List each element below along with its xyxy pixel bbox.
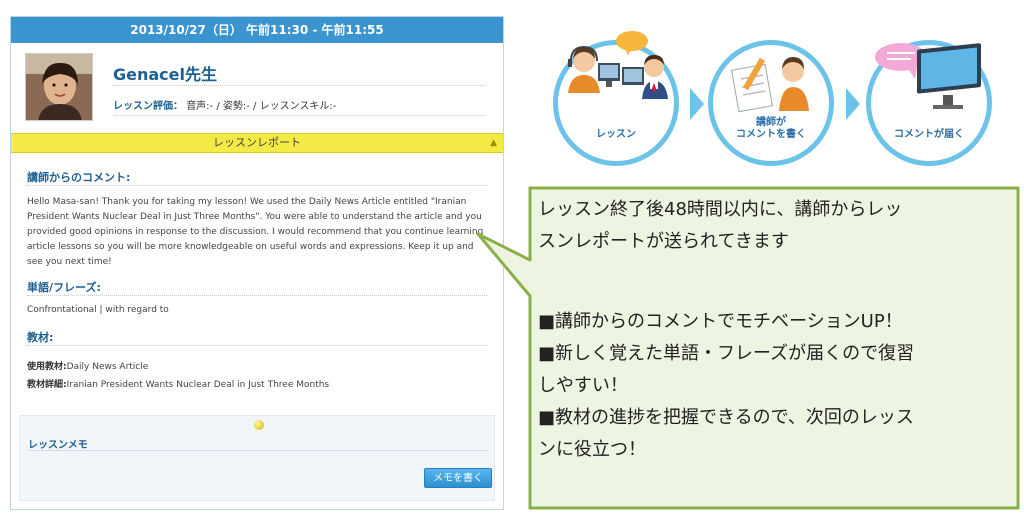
callout-line2: スンレポートが送られてきます [538,231,789,252]
teacher-name: Genacel先生 [113,65,217,84]
vocab-title: 単語/フレーズ: [27,281,101,294]
callout-bullet3b: ンに役立つ！ [538,439,646,460]
flow-step-lesson: レッスン [553,31,679,166]
headset-teacher-student-icon [568,31,668,99]
divider [28,450,488,451]
flow-arrow-icon [690,88,704,120]
flow-label-comment-arrives: コメントが届く [894,129,964,140]
collapse-arrow-icon[interactable]: ▲ [490,134,497,152]
monitor-message-icon [875,43,981,109]
callout-bullet3a: ■教材の進捗を把握できるので、次回のレッス [538,407,914,428]
rating-label: レッスン評価： [113,101,183,112]
divider [27,185,487,186]
bulb-icon [254,420,264,430]
material-used-value: Daily News Article [66,362,149,372]
callout-bullet2b: しやすい！ [538,375,628,396]
lesson-memo-box: レッスンメモ メモを書く [19,415,495,501]
material-title: 教材: [27,331,54,344]
vocab-list: Confrontational | with regard to [27,305,169,315]
lesson-report-bar[interactable]: レッスンレポート ▲ [11,133,503,153]
rating-value: 音声:- / 姿勢:- / レッスンスキル:- [186,101,337,112]
divider [27,295,487,296]
writing-teacher-icon [731,57,809,113]
material-detail: 教材詳細:Iranian President Wants Nuclear Dea… [27,377,329,390]
lesson-datetime-header: 2013/10/27（日） 午前11:30 - 午前11:55 [11,17,503,43]
material-detail-value: Iranian President Wants Nuclear Deal in … [66,380,330,390]
lesson-report-panel: 2013/10/27（日） 午前11:30 - 午前11:55 Genacel先… [10,16,504,510]
callout-line1: レッスン終了後48時間以内に、講師からレッ [538,199,903,220]
flow-label-lesson: レッスン [596,129,636,140]
material-used-label: 使用教材: [27,362,67,372]
comment-title: 講師からのコメント: [27,171,131,184]
material-used: 使用教材:Daily News Article [27,359,148,372]
flow-label-line2: コメントを書く [736,129,806,140]
flow-step-comment-arrives: コメントが届く [866,40,992,166]
callout-bullet2a: ■新しく覚えた単語・フレーズが届くので復習 [538,343,915,364]
flow-label-teacher-writes: 講師が コメントを書く [713,117,829,141]
divider [113,85,485,86]
explanation-callout: レッスン終了後48時間以内に、講師からレッ スンレポートが送られてきます ■講師… [470,186,1022,512]
teacher-comment: Hello Masa-san! Thank you for taking my … [27,197,484,267]
memo-title: レッスンメモ [28,440,88,451]
material-detail-label: 教材詳細: [27,380,67,390]
teacher-info: Genacel先生 レッスン評価： 音声:- / 姿勢:- / レッスンスキル:… [11,43,503,133]
flow-step-teacher-writes: 講師が コメントを書く [708,40,834,166]
lesson-rating: レッスン評価： 音声:- / 姿勢:- / レッスンスキル:- [113,97,336,112]
divider [27,345,487,346]
teacher-avatar [25,53,93,121]
callout-text: レッスン終了後48時間以内に、講師からレッ スンレポートが送られてきます ■講師… [538,194,1016,466]
report-bar-label: レッスンレポート [213,136,301,149]
divider [113,115,485,116]
flow-label-line1: 講師が [756,117,786,128]
flow-arrow-icon [846,88,860,120]
callout-bullet1: ■講師からのコメントでモチベーションUP！ [538,311,903,332]
